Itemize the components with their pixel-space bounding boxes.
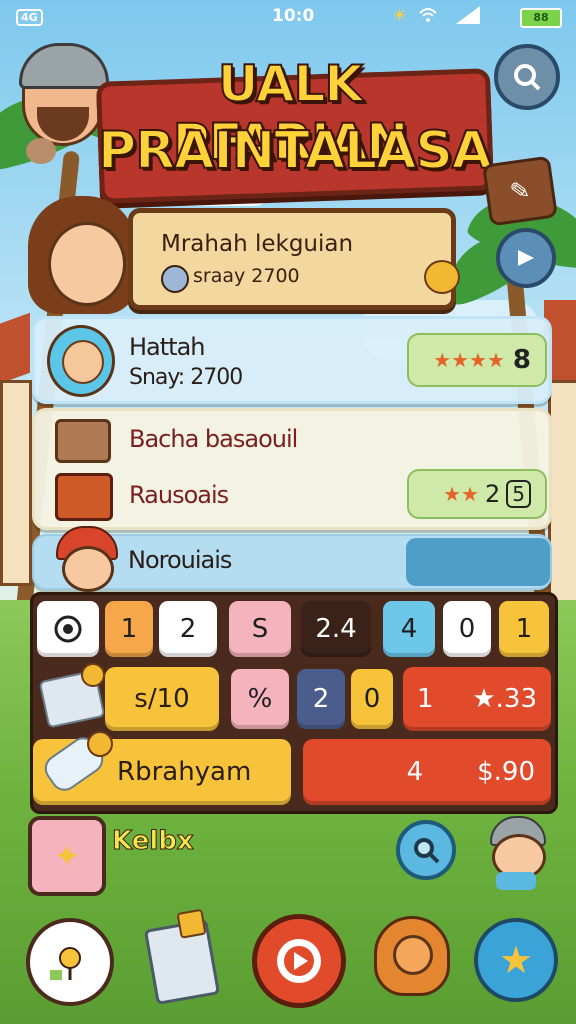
grid-cell[interactable]: 1: [105, 601, 153, 657]
magnifier-icon: [514, 64, 541, 91]
grid-cell[interactable]: %: [231, 669, 289, 729]
network-badge: 4G: [16, 9, 43, 26]
battery-icon: 88: [520, 8, 562, 28]
chest-icon: [55, 419, 111, 463]
record-button-icon: [277, 939, 321, 983]
total-price: $.90: [477, 757, 535, 787]
signal-icon: [456, 6, 480, 29]
grid-cell[interactable]: 0: [443, 601, 491, 657]
grid-cell[interactable]: 0: [351, 669, 393, 729]
teammate-avatar: [62, 546, 114, 592]
grid-cell[interactable]: S: [229, 601, 291, 657]
fist-icon: [26, 138, 56, 164]
clock: 10:0: [272, 6, 315, 26]
coin-icon: [87, 731, 113, 757]
action-label: Rbrahyam: [117, 757, 252, 787]
player-card[interactable]: Hattah Snay: 2700 ★★★★ 8: [32, 316, 552, 404]
arrow-right-icon: [518, 250, 534, 266]
wifi-icon: [418, 6, 438, 29]
sun-icon: ☀: [392, 6, 408, 26]
next-button[interactable]: [496, 228, 556, 288]
item-name-1[interactable]: Bacha basaouil: [129, 425, 298, 453]
grid-cell[interactable]: 2.4: [301, 601, 371, 657]
star-bell-icon: ★: [498, 938, 534, 982]
powerup-button[interactable]: ✦: [28, 816, 106, 896]
teammate-card[interactable]: Norouiais: [32, 526, 552, 592]
banner-title-line2: PRAINTALASA: [97, 120, 493, 182]
title-banner: UALK PFARIAN PRAINTALASA: [95, 54, 495, 204]
girl-avatar[interactable]: [48, 222, 126, 306]
mascot-body: [496, 872, 536, 890]
stars-icon: ★★★★: [433, 348, 505, 372]
sparkle-icon: ✦: [53, 837, 81, 875]
search-button[interactable]: [494, 44, 560, 110]
teammate-status-bar: [406, 538, 550, 586]
stars-icon: ★★: [443, 482, 479, 506]
grid-cell[interactable]: 2: [159, 601, 217, 657]
bag-icon: [176, 908, 207, 939]
mascot-character[interactable]: [484, 816, 548, 890]
item-count-pill: ★★ 2 5: [407, 469, 547, 519]
player-portrait: [47, 325, 115, 397]
player-score: Snay: 2700: [129, 365, 243, 390]
coin-icon: [81, 663, 105, 687]
house: [0, 380, 32, 586]
shop-button[interactable]: ✎: [482, 155, 558, 227]
total-count: 4: [406, 757, 424, 787]
house: [548, 380, 576, 606]
grid-cell[interactable]: 1: [499, 601, 549, 657]
item-count: 2: [484, 480, 501, 508]
powerup-label: Kelbx: [112, 826, 195, 857]
price-right-value: ★.33: [472, 684, 537, 714]
stars-value: 8: [512, 345, 531, 375]
settings-tile[interactable]: [37, 601, 99, 657]
status-bar: 4G 10:0 ☀ 88: [0, 0, 576, 34]
game-board: 1 2 S 2.4 4 0 1 s/10 % 2 0 1 ★.33 Rbrahy…: [30, 592, 558, 814]
zoom-button[interactable]: [396, 820, 456, 880]
magnifier-icon: [414, 838, 440, 864]
map-icon: [50, 947, 81, 980]
achievements-button[interactable]: ★: [474, 918, 558, 1002]
crate-icon: [55, 473, 113, 521]
sign-title: Mrahah lekguian: [161, 231, 354, 257]
beard: [37, 107, 89, 141]
coin-icon: [161, 265, 189, 293]
map-button[interactable]: [26, 918, 114, 1006]
portrait-face: [62, 340, 104, 384]
player-avatar-explorer[interactable]: [19, 43, 109, 146]
grid-cell[interactable]: 2: [297, 669, 345, 729]
welcome-sign: Mrahah lekguian sraay 2700: [128, 208, 456, 310]
item-count-badge: 5: [506, 480, 531, 508]
price-right-tile[interactable]: 1 ★.33: [403, 667, 551, 731]
teammate-name: Norouiais: [128, 546, 232, 574]
inventory-card: Bacha basaouil Rausoais ★★ 2 5: [32, 408, 552, 530]
record-button[interactable]: [252, 914, 346, 1008]
total-tile[interactable]: 4 $.90: [303, 739, 551, 805]
item-name-2[interactable]: Rausoais: [129, 481, 229, 509]
price-tile[interactable]: s/10: [105, 667, 219, 731]
hand-icon: [424, 260, 460, 294]
stars-pill: ★★★★ 8: [407, 333, 547, 387]
bag-button[interactable]: [143, 908, 221, 1005]
target-icon: [54, 615, 82, 643]
lion-icon: [393, 935, 433, 975]
player-name: Hattah: [129, 333, 205, 361]
cart-icon: ✎: [508, 175, 532, 207]
pet-button[interactable]: [374, 916, 450, 996]
sign-score: sraay 2700: [193, 265, 300, 287]
grid-cell[interactable]: 4: [383, 601, 435, 657]
price-right-count: 1: [417, 684, 434, 714]
